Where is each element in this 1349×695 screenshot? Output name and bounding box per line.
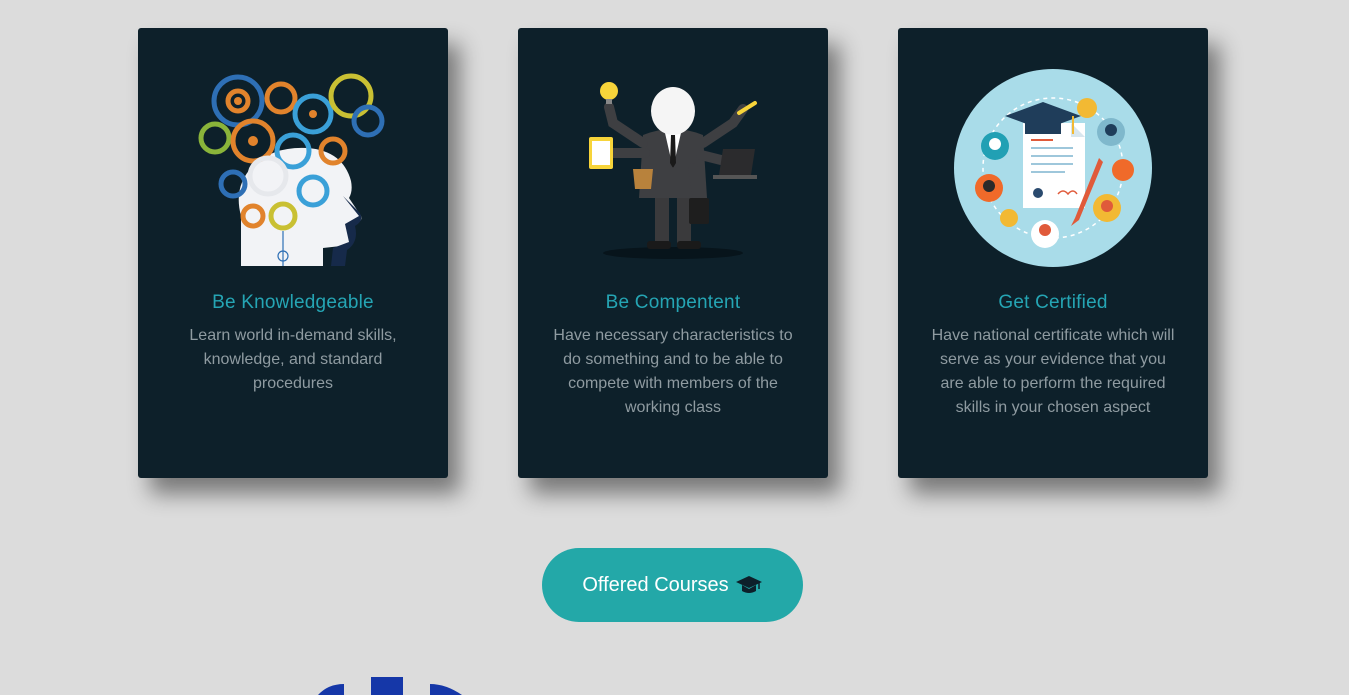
card-title: Get Certified (998, 292, 1108, 313)
logo (300, 674, 480, 695)
feature-card-knowledgeable: Be Knowledgeable Learn world in-demand s… (138, 28, 448, 478)
graduation-cap-icon (735, 576, 762, 593)
feature-card-certified: Get Certified Have national certificate … (898, 28, 1208, 478)
offered-courses-button[interactable]: Offered Courses (542, 548, 803, 622)
card-description: Have necessary characteristics to do som… (553, 327, 793, 416)
offered-courses-label: Offered Courses (582, 573, 729, 596)
gears-head-illustration (138, 66, 448, 270)
card-title: Be Knowledgeable (212, 292, 374, 313)
card-title: Be Compentent (605, 292, 741, 313)
feature-card-competent: Be Compentent Have necessary characteris… (518, 28, 828, 478)
card-description: Have national certificate which will ser… (931, 327, 1175, 416)
card-description: Learn world in-demand skills, knowledge,… (189, 327, 397, 392)
multitasking-businessman-illustration (518, 66, 828, 270)
certificate-circle-illustration (898, 66, 1208, 270)
features-section: Be Knowledgeable Learn world in-demand s… (0, 0, 1349, 695)
